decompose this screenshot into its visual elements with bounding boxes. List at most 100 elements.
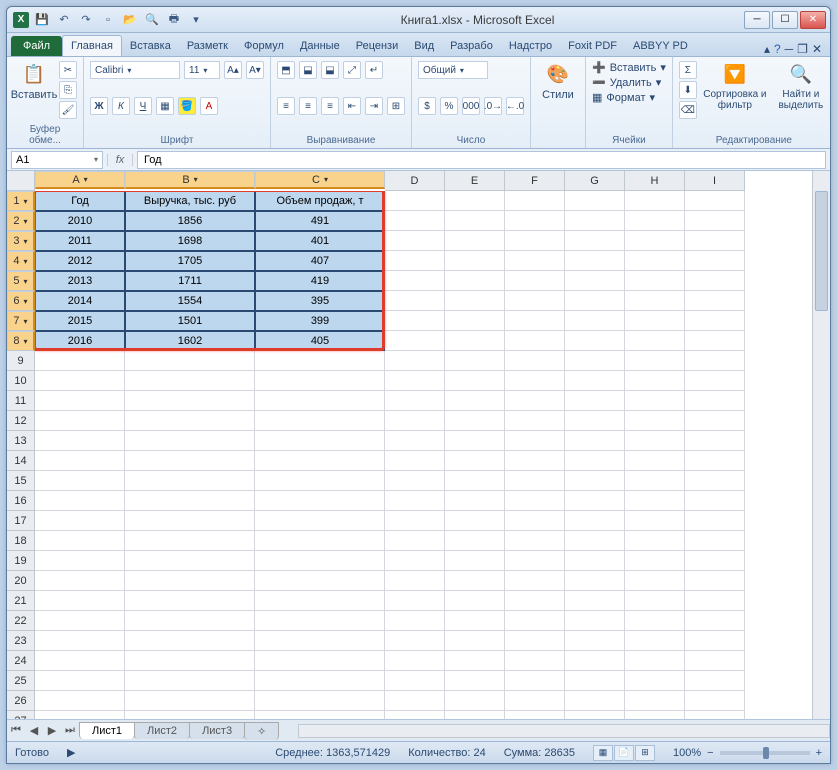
- cell-I13[interactable]: [685, 431, 745, 451]
- cell-D10[interactable]: [385, 371, 445, 391]
- cell-D17[interactable]: [385, 511, 445, 531]
- cell-G17[interactable]: [565, 511, 625, 531]
- insert-cells-button[interactable]: ➕Вставить ▾: [592, 61, 666, 74]
- cell-A12[interactable]: [35, 411, 125, 431]
- zoom-in-icon[interactable]: +: [816, 747, 822, 759]
- cell-D27[interactable]: [385, 711, 445, 719]
- cell-A24[interactable]: [35, 651, 125, 671]
- doc-minimize-icon[interactable]: ─: [785, 42, 794, 56]
- formula-input[interactable]: Год: [137, 151, 826, 169]
- page-break-view-icon[interactable]: ⊞: [635, 745, 655, 761]
- cell-H25[interactable]: [625, 671, 685, 691]
- row-header-11[interactable]: 11: [7, 391, 35, 411]
- cell-F9[interactable]: [505, 351, 565, 371]
- sheet-tab-active[interactable]: Лист1: [79, 722, 135, 739]
- cut-icon[interactable]: ✂: [59, 61, 77, 79]
- cell-H10[interactable]: [625, 371, 685, 391]
- cell-H2[interactable]: [625, 211, 685, 231]
- cell-H18[interactable]: [625, 531, 685, 551]
- cell-F19[interactable]: [505, 551, 565, 571]
- align-middle-icon[interactable]: ⬓: [299, 61, 317, 79]
- cell-D14[interactable]: [385, 451, 445, 471]
- cell-I27[interactable]: [685, 711, 745, 719]
- cell-B5[interactable]: 1711: [125, 271, 255, 291]
- cell-E27[interactable]: [445, 711, 505, 719]
- row-header-4[interactable]: 4: [7, 251, 35, 271]
- cell-F23[interactable]: [505, 631, 565, 651]
- cell-A7[interactable]: 2015: [35, 311, 125, 331]
- cell-I2[interactable]: [685, 211, 745, 231]
- cell-H7[interactable]: [625, 311, 685, 331]
- fill-color-button[interactable]: 🪣: [178, 97, 196, 115]
- row-header-22[interactable]: 22: [7, 611, 35, 631]
- align-bottom-icon[interactable]: ⬓: [321, 61, 339, 79]
- cell-D13[interactable]: [385, 431, 445, 451]
- cell-G15[interactable]: [565, 471, 625, 491]
- cell-B3[interactable]: 1698: [125, 231, 255, 251]
- cell-E12[interactable]: [445, 411, 505, 431]
- cell-G1[interactable]: [565, 191, 625, 211]
- cell-G10[interactable]: [565, 371, 625, 391]
- cell-D24[interactable]: [385, 651, 445, 671]
- cell-A5[interactable]: 2013: [35, 271, 125, 291]
- cell-I22[interactable]: [685, 611, 745, 631]
- cell-I10[interactable]: [685, 371, 745, 391]
- cell-F18[interactable]: [505, 531, 565, 551]
- cell-H19[interactable]: [625, 551, 685, 571]
- cell-A18[interactable]: [35, 531, 125, 551]
- cell-D9[interactable]: [385, 351, 445, 371]
- cell-I23[interactable]: [685, 631, 745, 651]
- cell-I12[interactable]: [685, 411, 745, 431]
- cell-D5[interactable]: [385, 271, 445, 291]
- tab-file[interactable]: Файл: [11, 36, 62, 56]
- tab-insert[interactable]: Вставка: [122, 36, 179, 56]
- row-header-17[interactable]: 17: [7, 511, 35, 531]
- cell-A10[interactable]: [35, 371, 125, 391]
- cell-A25[interactable]: [35, 671, 125, 691]
- zoom-thumb[interactable]: [763, 747, 769, 759]
- tab-review[interactable]: Рецензи: [348, 36, 407, 56]
- cell-B22[interactable]: [125, 611, 255, 631]
- cell-D18[interactable]: [385, 531, 445, 551]
- format-cells-button[interactable]: ▦Формат ▾: [592, 91, 666, 104]
- cell-C23[interactable]: [255, 631, 385, 651]
- cell-B27[interactable]: [125, 711, 255, 719]
- cell-A23[interactable]: [35, 631, 125, 651]
- cell-G3[interactable]: [565, 231, 625, 251]
- cell-C10[interactable]: [255, 371, 385, 391]
- cell-G4[interactable]: [565, 251, 625, 271]
- cell-C27[interactable]: [255, 711, 385, 719]
- tab-nav-last-icon[interactable]: ⏭: [61, 724, 79, 737]
- cell-D4[interactable]: [385, 251, 445, 271]
- zoom-slider[interactable]: [720, 751, 810, 755]
- cell-F13[interactable]: [505, 431, 565, 451]
- select-all-corner[interactable]: [7, 171, 35, 191]
- indent-dec-icon[interactable]: ⇤: [343, 97, 361, 115]
- cell-G6[interactable]: [565, 291, 625, 311]
- qat-more-icon[interactable]: ▾: [187, 11, 205, 29]
- cell-B26[interactable]: [125, 691, 255, 711]
- tab-nav-next-icon[interactable]: ▶: [43, 724, 61, 737]
- cell-H8[interactable]: [625, 331, 685, 351]
- cell-A14[interactable]: [35, 451, 125, 471]
- cell-C6[interactable]: 395: [255, 291, 385, 311]
- cell-G21[interactable]: [565, 591, 625, 611]
- cell-E26[interactable]: [445, 691, 505, 711]
- cell-D6[interactable]: [385, 291, 445, 311]
- row-header-1[interactable]: 1: [7, 191, 35, 211]
- cell-D1[interactable]: [385, 191, 445, 211]
- row-header-3[interactable]: 3: [7, 231, 35, 251]
- cell-D16[interactable]: [385, 491, 445, 511]
- cell-I19[interactable]: [685, 551, 745, 571]
- align-right-icon[interactable]: ≡: [321, 97, 339, 115]
- cell-B21[interactable]: [125, 591, 255, 611]
- cell-E18[interactable]: [445, 531, 505, 551]
- fill-icon[interactable]: ⬇: [679, 81, 697, 99]
- cell-E17[interactable]: [445, 511, 505, 531]
- cell-A6[interactable]: 2014: [35, 291, 125, 311]
- cell-A8[interactable]: 2016: [35, 331, 125, 351]
- cell-F22[interactable]: [505, 611, 565, 631]
- zoom-out-icon[interactable]: −: [707, 747, 713, 759]
- cell-B17[interactable]: [125, 511, 255, 531]
- cell-B15[interactable]: [125, 471, 255, 491]
